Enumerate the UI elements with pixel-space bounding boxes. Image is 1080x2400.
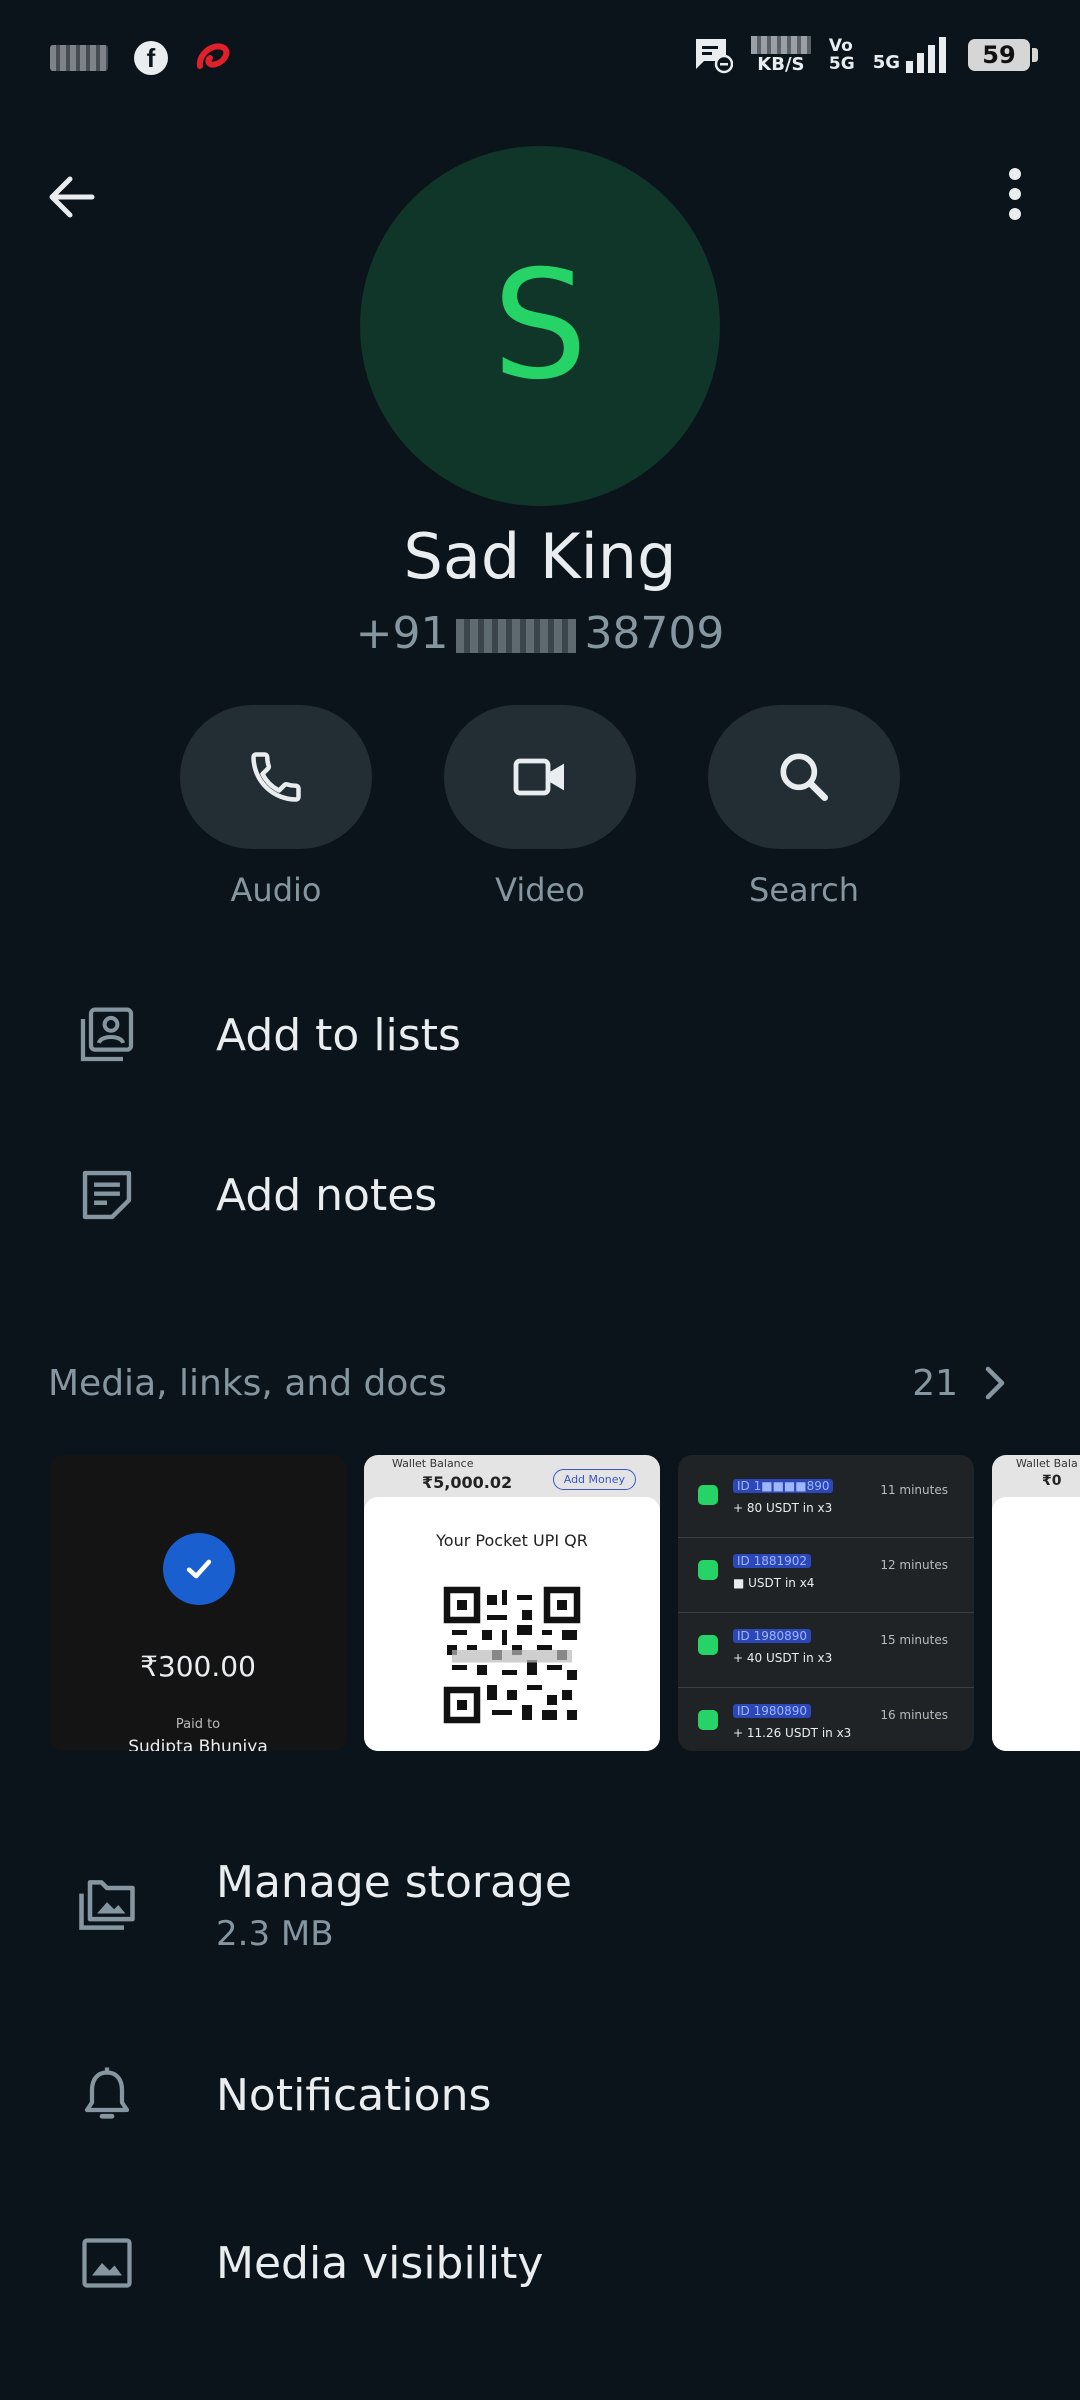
- media-thumbnail-partial[interactable]: Wallet Bala ₹0: [992, 1455, 1080, 1751]
- wallet-label: Wallet Balance: [392, 1457, 474, 1470]
- airtel-icon: [196, 43, 230, 69]
- video-label: Video: [495, 871, 585, 909]
- status-right: KB/S Vo 5G 5G 59: [693, 36, 1038, 74]
- manage-storage-label: Manage storage: [216, 1856, 572, 1908]
- media-count-link[interactable]: 21: [912, 1363, 1008, 1404]
- network-type: 5G: [872, 52, 900, 73]
- wallet-balance-bar: Wallet Bala ₹0: [992, 1455, 1080, 1497]
- transaction-row: ID 1980890 + 11.26 USDT in x3 16 minutes: [678, 1688, 974, 1751]
- media-visibility-row[interactable]: Media visibility: [0, 2203, 1080, 2323]
- transaction-time: 16 minutes: [880, 1708, 948, 1722]
- transaction-row: ID 1881902 ■ USDT in x4 12 minutes: [678, 1538, 974, 1613]
- transaction-id: ID 1■■■■890: [733, 1479, 834, 1493]
- back-button[interactable]: [40, 165, 104, 229]
- transaction-amount: + 11.26 USDT in x3: [733, 1726, 852, 1740]
- wallet-label: Wallet Bala: [1016, 1457, 1078, 1470]
- phone-prefix: +91: [355, 608, 449, 659]
- paid-to-label: Paid to: [175, 1717, 221, 1732]
- media-thumbnail-payment[interactable]: ₹300.00 Paid to Sudipta Bhuniya: [50, 1455, 346, 1751]
- signal-bars-icon: [906, 37, 946, 73]
- bell-icon: [72, 2060, 142, 2130]
- search-label: Search: [749, 871, 859, 909]
- check-circle-icon: [163, 1533, 235, 1605]
- transaction-id: ID 1980890: [733, 1704, 812, 1718]
- phone-redacted: [456, 619, 577, 653]
- video-call-button[interactable]: [444, 705, 636, 849]
- image-icon: [72, 2228, 142, 2298]
- wallet-amount: ₹5,000.02: [422, 1473, 513, 1492]
- transaction-time: 15 minutes: [880, 1633, 948, 1647]
- contact-phone: +91 38709: [0, 608, 1080, 659]
- wallet-amount: ₹0: [1042, 1473, 1062, 1489]
- transaction-amount: + 40 USDT in x3: [733, 1651, 833, 1665]
- add-notes-row[interactable]: Add notes: [0, 1135, 1080, 1255]
- add-to-lists-row[interactable]: Add to lists: [0, 975, 1080, 1095]
- battery-indicator: 59: [968, 39, 1038, 71]
- search-button[interactable]: [708, 705, 900, 849]
- media-thumbnail-qr[interactable]: Wallet Balance ₹5,000.02 Add Money Your …: [364, 1455, 660, 1751]
- audio-call-action[interactable]: Audio: [180, 705, 372, 909]
- more-options-button[interactable]: [983, 165, 1047, 229]
- message-status-icon: [695, 39, 733, 74]
- transaction-id: ID 1980890: [733, 1629, 812, 1643]
- document-icon: [698, 1485, 718, 1505]
- transaction-row: ID 1■■■■890 + 80 USDT in x3 11 minutes: [678, 1463, 974, 1538]
- qr-card: [992, 1497, 1080, 1751]
- search-icon: [780, 753, 829, 802]
- time-blurred: [50, 45, 108, 71]
- contact-avatar[interactable]: S: [360, 146, 720, 506]
- notifications-row[interactable]: Notifications: [0, 2035, 1080, 2155]
- audio-call-button[interactable]: [180, 705, 372, 849]
- chevron-right-icon: [985, 1366, 1005, 1400]
- media-links-docs-header[interactable]: Media, links, and docs 21: [48, 1355, 1008, 1411]
- document-icon: [698, 1560, 718, 1580]
- qr-code-icon: [442, 1585, 582, 1725]
- storage-size: 2.3 MB: [216, 1913, 334, 1954]
- volte-indicator: Vo 5G: [828, 36, 855, 74]
- document-icon: [698, 1635, 718, 1655]
- add-to-lists-label: Add to lists: [216, 1009, 461, 1061]
- document-icon: [698, 1710, 718, 1730]
- back-arrow-icon: [49, 176, 95, 218]
- notifications-label: Notifications: [216, 2069, 492, 2121]
- transaction-amount: ■ USDT in x4: [733, 1576, 815, 1590]
- notes-icon: [72, 1160, 142, 1230]
- media-thumbnail-transactions[interactable]: ID 1■■■■890 + 80 USDT in x3 11 minutes I…: [678, 1455, 974, 1751]
- storage-folder-icon: [72, 1870, 142, 1940]
- transaction-row: ID 1980890 + 40 USDT in x3 15 minutes: [678, 1613, 974, 1688]
- video-call-action[interactable]: Video: [444, 705, 636, 909]
- contact-name: Sad King: [403, 520, 677, 593]
- media-visibility-label: Media visibility: [216, 2237, 544, 2289]
- transaction-amount: + 80 USDT in x3: [733, 1501, 833, 1515]
- manage-storage-row[interactable]: Manage storage 2.3 MB: [0, 1840, 1080, 1970]
- transaction-time: 11 minutes: [880, 1483, 948, 1497]
- status-bar: f KB/S Vo 5G 5G 59: [0, 0, 1080, 120]
- media-count: 21: [912, 1362, 958, 1404]
- paid-to-name: Sudipta Bhuniya: [128, 1737, 268, 1751]
- signal-indicator: 5G: [873, 37, 950, 73]
- more-vert-icon: [1009, 168, 1021, 220]
- qr-title: Your Pocket UPI QR: [436, 1531, 588, 1550]
- facebook-icon: f: [134, 41, 168, 75]
- qr-card: Your Pocket UPI QR: [364, 1497, 660, 1751]
- add-money-button: Add Money: [552, 1469, 636, 1490]
- phone-suffix: 38709: [584, 608, 725, 659]
- search-action[interactable]: Search: [708, 705, 900, 909]
- lists-icon: [72, 1000, 142, 1070]
- add-notes-label: Add notes: [216, 1169, 438, 1221]
- paid-amount: ₹300.00: [140, 1650, 256, 1683]
- status-left: f: [50, 40, 232, 76]
- media-title: Media, links, and docs: [48, 1362, 447, 1404]
- manage-storage-text: Manage storage 2.3 MB: [216, 1857, 572, 1954]
- audio-label: Audio: [230, 871, 322, 909]
- wallet-balance-bar: Wallet Balance ₹5,000.02 Add Money: [364, 1455, 660, 1497]
- transaction-id: ID 1881902: [733, 1554, 812, 1568]
- network-speed: KB/S: [750, 36, 811, 74]
- transaction-time: 12 minutes: [880, 1558, 948, 1572]
- avatar-letter: S: [492, 239, 588, 413]
- video-icon: [513, 758, 564, 796]
- phone-icon: [251, 752, 301, 802]
